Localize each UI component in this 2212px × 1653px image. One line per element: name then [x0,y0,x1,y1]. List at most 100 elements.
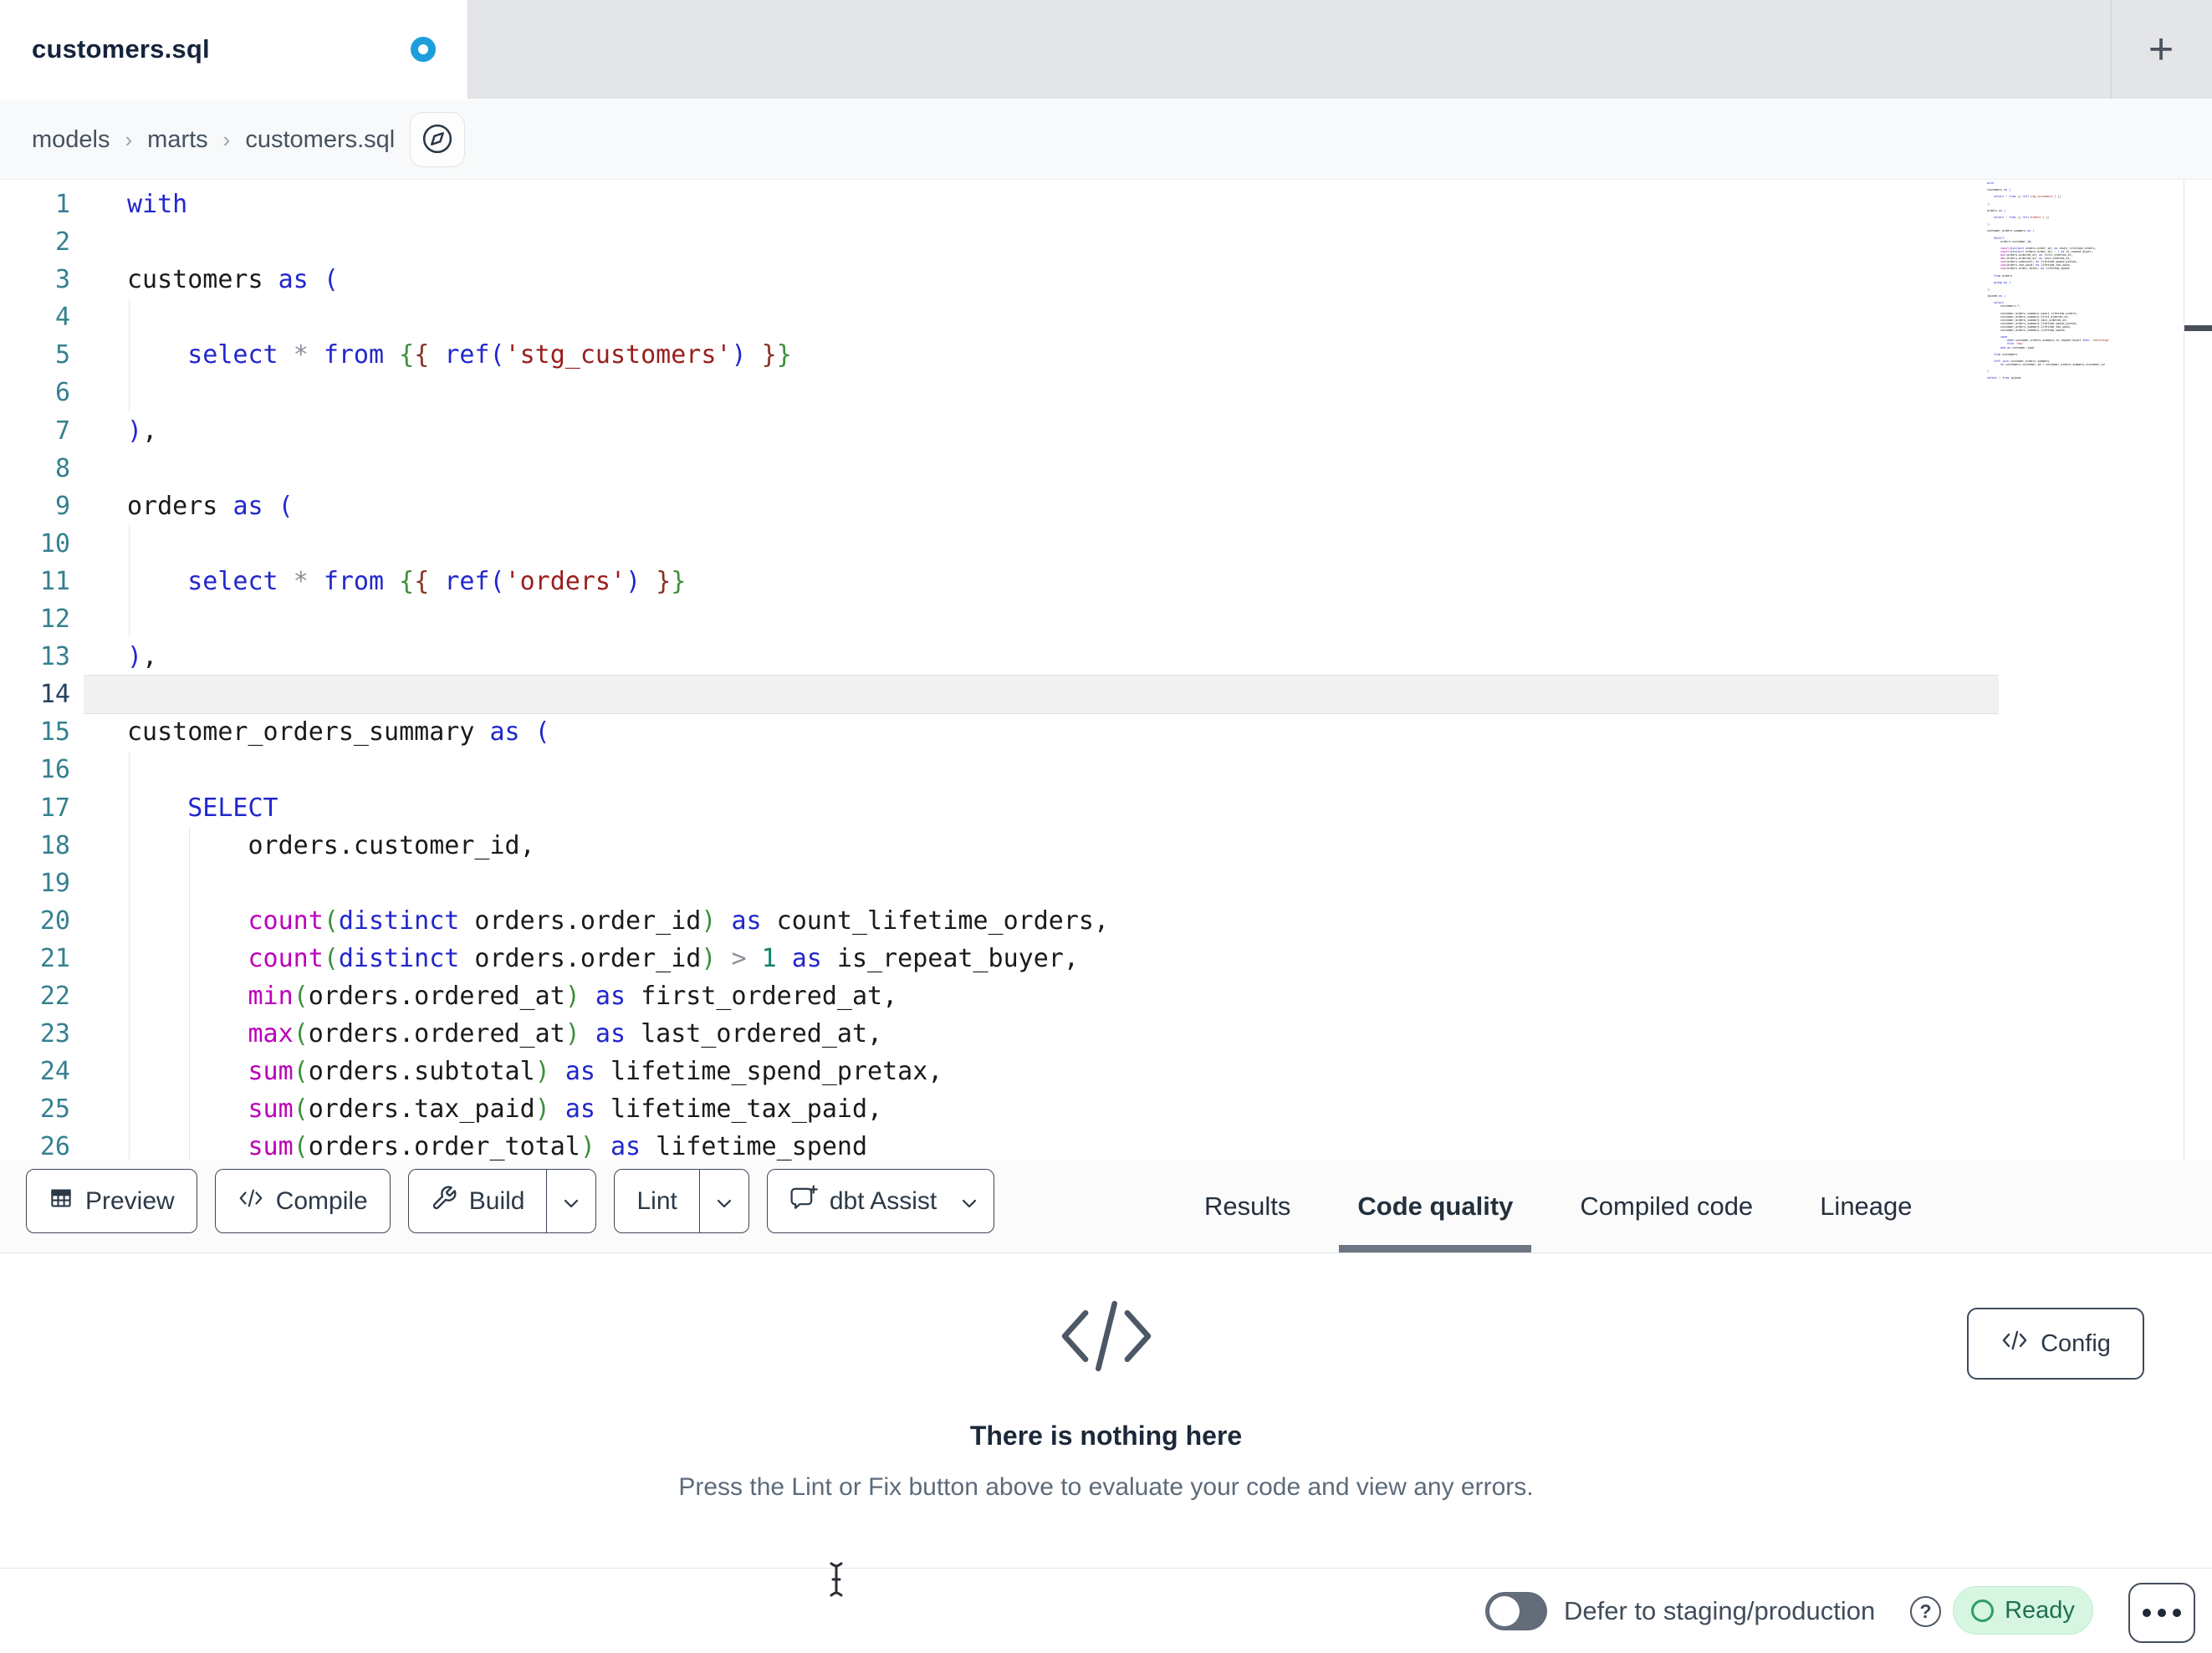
defer-toggle[interactable] [1485,1592,1547,1630]
code-line[interactable]: sum(orders.order_total) as lifetime_spen… [84,1128,2212,1161]
line-number: 9 [54,491,70,521]
dot-icon [2158,1609,2166,1617]
breadcrumb-item[interactable]: marts [147,126,208,154]
line-number: 7 [54,416,70,446]
line-number: 12 [39,605,70,635]
line-number: 23 [39,1019,70,1049]
unsaved-changes-dot-icon [411,37,436,62]
dbt-ide-window: customers.sql + models › marts › customers.s… [0,0,2212,1653]
config-button[interactable]: Config [1967,1308,2144,1380]
more-options-button[interactable] [2128,1583,2195,1643]
line-number: 14 [39,680,70,710]
tab-code-quality[interactable]: Code quality [1324,1161,1546,1253]
toggle-knob [1489,1596,1520,1626]
new-tab-button[interactable]: + [2128,0,2194,99]
code-line[interactable]: ), [84,638,2212,676]
code-line[interactable]: min(orders.ordered_at) as first_ordered_… [84,977,2212,1016]
code-line[interactable] [84,864,2212,902]
code-line[interactable] [84,675,2212,715]
text-cursor-pointer [824,1560,849,1603]
indent-guide [129,374,130,412]
code-line[interactable] [84,450,2212,487]
lint-button[interactable]: Lint [614,1169,749,1233]
line-number: 20 [39,906,70,936]
code-line[interactable]: customer_orders_summary as ( [84,713,2212,751]
code-line[interactable] [84,223,2212,261]
code-icon [238,1187,264,1216]
scrollbar-thumb[interactable] [2184,325,2212,331]
code-line[interactable] [84,524,2212,563]
empty-state-subtitle: Press the Lint or Fix button above to ev… [678,1473,1534,1501]
code-line[interactable]: orders as ( [84,487,2212,525]
code-line[interactable] [84,600,2212,639]
compile-button[interactable]: Compile [214,1169,391,1233]
breadcrumb: models › marts › customers.sql [32,99,395,180]
code-line[interactable]: customers as ( [84,261,2212,298]
dbt-assist-dropdown[interactable] [958,1170,994,1232]
line-number: 6 [54,378,70,408]
editor-minimap[interactable]: with customers as ( select * from {{ ref… [1987,181,2183,380]
code-pane[interactable]: with customers as ( select * from {{ ref(… [84,180,2212,1161]
file-tab-customers-sql[interactable]: customers.sql [0,0,468,99]
breadcrumb-item[interactable]: customers.sql [245,126,395,154]
breadcrumb-item[interactable]: models [32,126,110,154]
table-icon [49,1186,74,1217]
empty-state: There is nothing here Press the Lint or … [0,1294,2212,1502]
preview-button-label: Preview [85,1186,175,1215]
code-placeholder-icon [1055,1300,1157,1381]
line-number: 24 [39,1057,70,1087]
code-line[interactable]: with [84,186,2212,223]
status-badge: Ready [1953,1586,2093,1635]
dot-icon [2143,1609,2151,1617]
file-info-button[interactable] [410,112,465,167]
compass-icon [421,123,453,157]
code-line[interactable] [84,298,2212,337]
compile-button-label: Compile [275,1186,368,1215]
dbt-assist-button[interactable]: dbt Assist [766,1169,995,1233]
code-line[interactable]: ), [84,412,2212,450]
code-editor[interactable]: 1 2 3 4 5 6 7 8 9 10 11 12 13 14 15 16 17 18 19 20 21 22 23 24 2… [0,180,2212,1161]
indent-guide [129,600,130,639]
line-number: 5 [54,340,70,370]
results-panel: There is nothing here Press the Lint or … [0,1254,2212,1568]
code-line[interactable] [84,751,2212,789]
empty-state-title: There is nothing here [969,1421,1243,1451]
code-line[interactable]: count(distinct orders.order_id) as count… [84,901,2212,940]
line-number: 21 [39,943,70,973]
tab-lineage[interactable]: Lineage [1786,1161,1945,1253]
indent-guide [129,751,130,789]
dot-icon [2173,1609,2181,1617]
tab-compiled-code[interactable]: Compiled code [1546,1161,1786,1253]
breadcrumb-row: models›marts›customers.sql Save [0,99,2212,265]
preview-button[interactable]: Preview [26,1169,197,1233]
code-line[interactable]: max(orders.ordered_at) as last_ordered_a… [84,1015,2212,1054]
code-line[interactable]: sum(orders.tax_paid) as lifetime_tax_pai… [84,1090,2212,1129]
help-icon[interactable]: ? [1910,1596,1941,1627]
code-line[interactable] [84,374,2212,412]
tabbar-divider [2111,0,2112,99]
lint-dropdown-button[interactable] [698,1170,748,1232]
lint-button-label: Lint [636,1186,677,1215]
status-circle-icon [1971,1599,1995,1622]
code-line[interactable]: count(distinct orders.order_id) > 1 as i… [84,939,2212,977]
chevron-down-icon [564,1187,579,1216]
line-number: 3 [54,265,70,295]
build-button[interactable]: Build [407,1169,597,1233]
code-line[interactable]: sum(orders.subtotal) as lifetime_spend_p… [84,1053,2212,1091]
breadcrumb-separator: › [222,126,231,152]
line-number: 1 [54,190,70,219]
line-number: 10 [39,528,70,559]
line-number: 17 [39,793,70,823]
code-line[interactable]: orders.customer_id, [84,826,2212,865]
code-line[interactable]: SELECT [84,788,2212,827]
tab-results[interactable]: Results [1171,1161,1324,1253]
code-line[interactable]: select * from {{ ref('orders') }} [84,562,2212,601]
indent-guide [189,864,190,902]
toolbar-buttons: Preview Compile Build Lint dbt Assist [26,1169,995,1233]
build-dropdown-button[interactable] [546,1170,595,1232]
line-number: 22 [39,981,70,1011]
breadcrumb-separator: › [125,126,133,152]
line-number: 8 [54,453,70,483]
code-line[interactable]: select * from {{ ref('stg_customers') }} [84,336,2212,375]
build-button-label: Build [468,1186,525,1215]
